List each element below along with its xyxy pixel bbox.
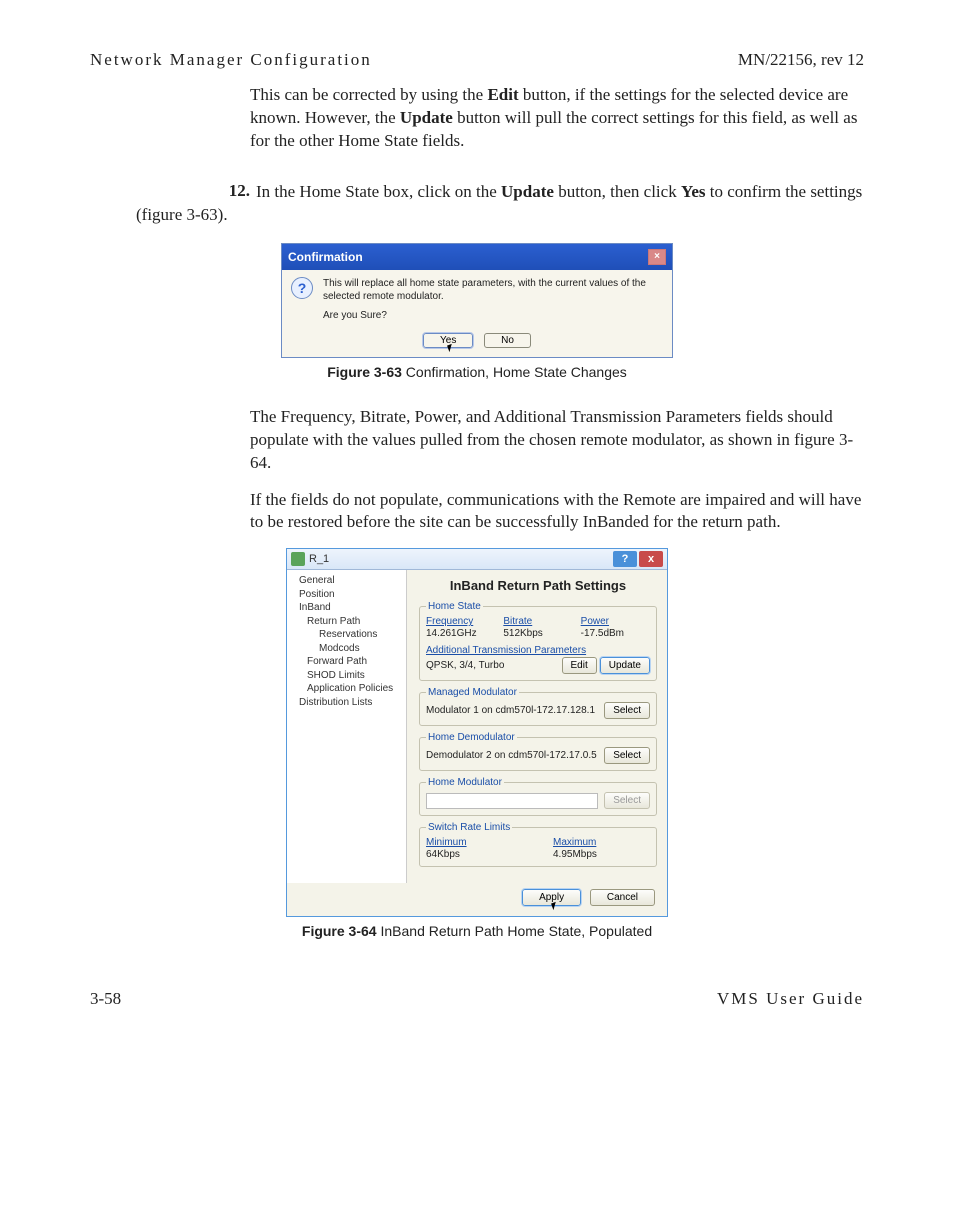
home-state-legend: Home State — [426, 601, 483, 612]
update-button[interactable]: Update — [600, 657, 650, 674]
confirmation-dialog: Confirmation × ? This will replace all h… — [281, 243, 673, 358]
window-title: R_1 — [309, 553, 329, 565]
tree-item-inband[interactable]: InBand — [289, 601, 404, 615]
home-demodulator-value: Demodulator 2 on cdm570l-172.17.0.5 — [426, 750, 597, 761]
text: In the Home State box, click on the — [256, 182, 501, 201]
frequency-value: 14.261GHz — [426, 628, 477, 639]
message-line-1: This will replace all home state paramet… — [323, 277, 663, 303]
home-modulator-legend: Home Modulator — [426, 777, 504, 788]
maximum-value: 4.95Mbps — [553, 849, 597, 860]
titlebar: R_1 ? x — [287, 549, 667, 570]
figure-label: Figure 3-64 — [302, 923, 377, 939]
minimum-label: Minimum — [426, 837, 523, 848]
home-state-fieldset: Home State Frequency 14.261GHz Bitrate 5… — [419, 601, 657, 681]
select-button[interactable]: Select — [604, 747, 650, 764]
no-button[interactable]: No — [484, 333, 531, 348]
page-number: 3-58 — [90, 989, 121, 1009]
tree-item-app-policies[interactable]: Application Policies — [289, 682, 404, 696]
tree-item-general[interactable]: General — [289, 574, 404, 588]
dialog-message: This will replace all home state paramet… — [323, 277, 663, 322]
home-demodulator-legend: Home Demodulator — [426, 732, 517, 743]
tree-item-return-path[interactable]: Return Path — [289, 615, 404, 629]
header-right: MN/22156, rev 12 — [738, 50, 864, 70]
managed-modulator-fieldset: Managed Modulator Modulator 1 on cdm570l… — [419, 687, 657, 726]
text: button, then click — [554, 182, 681, 201]
panel-title: InBand Return Path Settings — [419, 578, 657, 593]
figure-text: InBand Return Path Home State, Populated — [377, 923, 653, 939]
bitrate-label: Bitrate — [503, 616, 572, 627]
paragraph-1: This can be corrected by using the Edit … — [250, 84, 864, 153]
maximum-label: Maximum — [553, 837, 650, 848]
figure-text: Confirmation, Home State Changes — [402, 364, 627, 380]
figure-64-caption: Figure 3-64 InBand Return Path Home Stat… — [90, 923, 864, 939]
bitrate-value: 512Kbps — [503, 628, 542, 639]
select-button[interactable]: Select — [604, 702, 650, 719]
managed-modulator-legend: Managed Modulator — [426, 687, 519, 698]
figure-label: Figure 3-63 — [327, 364, 402, 380]
window-icon — [291, 552, 305, 566]
minimum-value: 64Kbps — [426, 849, 460, 860]
yes-button[interactable]: Yes — [423, 333, 473, 348]
update-bold: Update — [400, 108, 453, 127]
frequency-label: Frequency — [426, 616, 495, 627]
apply-button[interactable]: Apply — [522, 889, 581, 906]
home-modulator-input[interactable] — [426, 793, 598, 809]
tree-item-position[interactable]: Position — [289, 588, 404, 602]
paragraph-2: The Frequency, Bitrate, Power, and Addit… — [250, 406, 864, 475]
tree-item-reservations[interactable]: Reservations — [289, 628, 404, 642]
switch-rate-limits-legend: Switch Rate Limits — [426, 822, 512, 833]
atp-value: QPSK, 3/4, Turbo — [426, 660, 504, 671]
help-icon[interactable]: ? — [613, 551, 637, 567]
atp-label: Additional Transmission Parameters — [426, 645, 650, 656]
yes-bold: Yes — [681, 182, 706, 201]
edit-bold: Edit — [487, 85, 518, 104]
nav-tree: General Position InBand Return Path Rese… — [287, 570, 407, 883]
switch-rate-limits-fieldset: Switch Rate Limits Minimum 64Kbps Maximu… — [419, 822, 657, 867]
inband-dialog: R_1 ? x General Position InBand Return P… — [286, 548, 668, 917]
dialog-title: Confirmation — [288, 250, 363, 264]
managed-modulator-value: Modulator 1 on cdm570l-172.17.128.1 — [426, 705, 595, 716]
tree-item-modcods[interactable]: Modcods — [289, 642, 404, 656]
question-icon: ? — [291, 277, 313, 299]
footer-right: VMS User Guide — [717, 989, 864, 1009]
edit-button[interactable]: Edit — [562, 657, 597, 674]
figure-63-caption: Figure 3-63 Confirmation, Home State Cha… — [90, 364, 864, 380]
power-label: Power — [581, 616, 650, 627]
power-value: -17.5dBm — [581, 628, 624, 639]
paragraph-3: If the fields do not populate, communica… — [250, 489, 864, 535]
titlebar: Confirmation × — [282, 244, 672, 270]
home-demodulator-fieldset: Home Demodulator Demodulator 2 on cdm570… — [419, 732, 657, 771]
update-bold: Update — [501, 182, 554, 201]
home-modulator-fieldset: Home Modulator Select — [419, 777, 657, 816]
close-icon[interactable]: × — [648, 249, 666, 265]
tree-item-forward-path[interactable]: Forward Path — [289, 655, 404, 669]
cancel-button[interactable]: Cancel — [590, 889, 655, 906]
text: This can be corrected by using the — [250, 85, 487, 104]
message-line-2: Are you Sure? — [323, 309, 663, 322]
step-text: In the Home State box, click on the Upda… — [136, 181, 864, 227]
tree-item-shod-limits[interactable]: SHOD Limits — [289, 669, 404, 683]
tree-item-distribution-lists[interactable]: Distribution Lists — [289, 696, 404, 710]
header-left: Network Manager Configuration — [90, 50, 372, 70]
select-button: Select — [604, 792, 650, 809]
close-icon[interactable]: x — [639, 551, 663, 567]
